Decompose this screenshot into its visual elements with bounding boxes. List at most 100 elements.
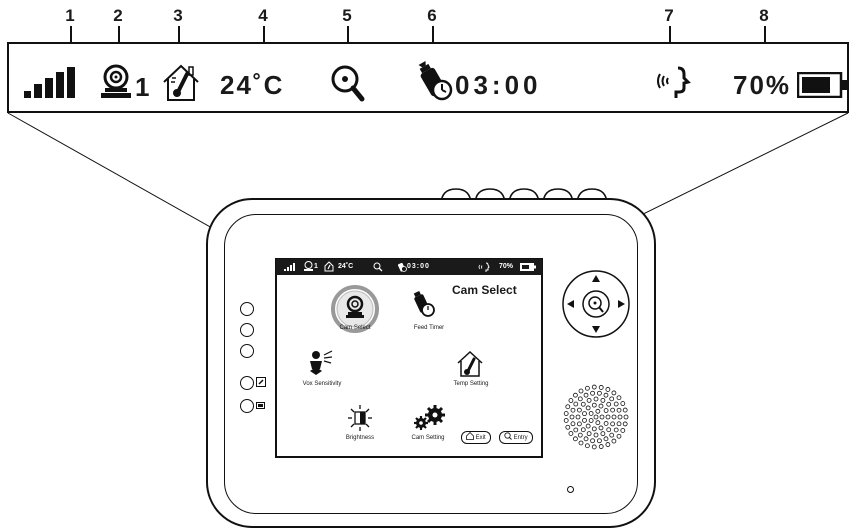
speaker-hole <box>584 443 590 449</box>
feed-timer-menu-label: Feed Timer <box>413 325 445 331</box>
speaker-hole <box>610 421 616 427</box>
speaker-hole <box>577 432 583 438</box>
speaker-hole <box>620 428 626 433</box>
speaker-hole <box>598 444 604 449</box>
speaker-hole <box>617 414 623 420</box>
speaker-hole <box>573 436 578 442</box>
speaker-hole <box>563 418 569 423</box>
feed-timer-menu-icon[interactable] <box>412 290 436 318</box>
speaker-hole <box>595 420 601 426</box>
speaker-hole <box>591 384 597 390</box>
speaker-hole <box>570 421 576 427</box>
speaker-hole <box>605 442 611 447</box>
mini-feed-timer: 03:00 <box>407 263 430 270</box>
speaker-hole <box>603 436 609 442</box>
speaker-hole <box>611 438 617 444</box>
speaker-hole <box>573 427 579 433</box>
vox-sensitivity-menu-label: Vox Sensitivity <box>302 381 342 387</box>
entry-button[interactable]: Entry <box>499 431 533 444</box>
speaker-hole <box>623 414 629 420</box>
brightness-menu-icon[interactable] <box>346 404 374 432</box>
battery-indicator-icon <box>256 402 265 409</box>
cam-select-menu-label: Cam Select <box>339 325 371 331</box>
speaker-icon <box>563 384 629 450</box>
speaker-hole <box>565 424 571 430</box>
indicator-light-2 <box>240 323 254 337</box>
indicator-light-1 <box>240 302 254 316</box>
speaker-hole <box>590 438 595 444</box>
nav-pad-icon[interactable] <box>560 268 632 340</box>
temp-setting-menu-label: Temp Setting <box>453 381 489 387</box>
speaker-hole <box>616 407 622 413</box>
temp-setting-menu-icon[interactable] <box>456 350 484 378</box>
cam-setting-menu-label: Cam Setting <box>411 435 445 441</box>
speaker-hole <box>583 392 589 398</box>
speaker-hole <box>575 414 581 420</box>
speaker-hole <box>622 421 628 427</box>
speaker-hole <box>622 407 628 413</box>
indicator-light-3 <box>240 344 254 358</box>
speaker-hole <box>609 396 615 402</box>
speaker-hole <box>605 414 611 420</box>
speaker-hole <box>593 396 599 402</box>
speaker-hole <box>605 387 611 392</box>
speaker-hole <box>580 401 586 407</box>
speaker-hole <box>616 395 622 401</box>
speaker-hole <box>603 408 609 413</box>
speaker-hole <box>610 407 616 413</box>
speaker-hole <box>598 403 604 409</box>
mini-bottle-timer-icon <box>398 262 407 272</box>
home-icon <box>466 431 474 440</box>
entry-button-label: Entry <box>513 435 528 441</box>
speaker-hole <box>591 444 597 450</box>
speaker-hole <box>611 390 617 396</box>
speaker-hole <box>576 407 582 413</box>
gear-icon[interactable] <box>411 404 445 432</box>
speaker-hole <box>577 396 583 402</box>
speaker-hole <box>597 438 602 444</box>
speaker-hole <box>606 427 612 433</box>
speaker-hole <box>568 398 574 403</box>
speaker-hole <box>591 402 597 408</box>
speaker-hole <box>598 385 604 390</box>
speaker-hole <box>585 423 591 429</box>
speaker-hole <box>600 431 606 437</box>
speaker-hole <box>573 392 578 398</box>
speaker-hole <box>588 418 594 423</box>
mini-zoom-icon <box>373 262 383 272</box>
speaker-hole <box>576 421 582 427</box>
speaker-hole <box>598 425 604 431</box>
speaker-hole <box>590 390 595 396</box>
temperature-indicator-light <box>240 376 254 390</box>
speaker-hole <box>603 392 609 398</box>
speaker-hole <box>578 388 584 394</box>
temperature-indicator-icon <box>256 377 266 387</box>
speaker-hole <box>599 414 605 420</box>
speaker-hole <box>611 414 617 420</box>
speaker-hole <box>585 405 591 411</box>
speaker-hole <box>586 431 592 437</box>
mini-temperature: 24˚C <box>338 263 354 270</box>
mini-battery-percent: 70% <box>499 263 514 270</box>
mini-camera-icon <box>304 261 313 271</box>
speaker-hole <box>616 433 622 439</box>
mini-vox-icon <box>478 262 490 272</box>
speaker-hole <box>578 440 584 446</box>
mini-battery-icon <box>520 263 536 271</box>
speaker-hole <box>570 407 576 413</box>
speaker-hole <box>584 385 590 391</box>
exit-button[interactable]: Exit <box>461 431 491 444</box>
vox-sensitivity-menu-icon[interactable] <box>306 349 334 377</box>
battery-indicator-light <box>240 399 254 413</box>
speaker-hole <box>582 417 587 423</box>
speaker-hole <box>591 426 597 432</box>
speaker-hole <box>582 411 587 417</box>
speaker-hole <box>573 401 579 407</box>
speaker-hole <box>580 427 586 433</box>
speaker-hole <box>595 408 601 414</box>
speaker-hole <box>613 401 619 407</box>
speaker-hole <box>593 414 599 420</box>
speaker-hole <box>583 436 589 442</box>
speaker-hole <box>597 390 602 396</box>
speaker-hole <box>568 431 574 436</box>
